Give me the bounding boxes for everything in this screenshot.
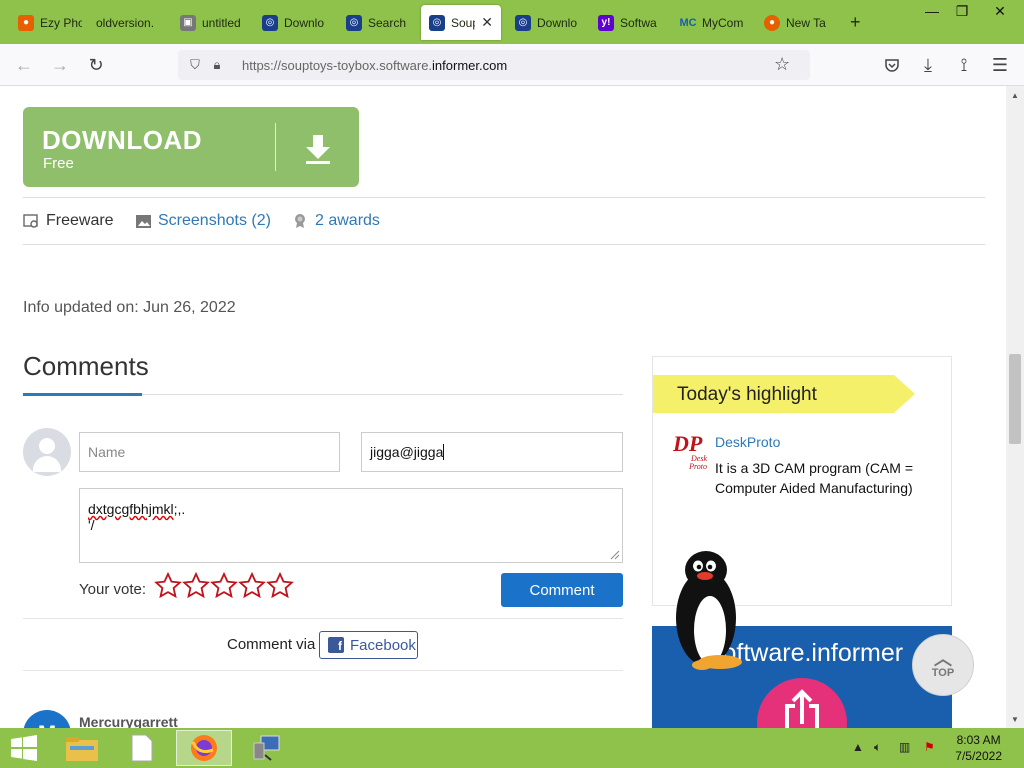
menu-icon[interactable]: ☰: [986, 52, 1014, 78]
highlight-title: Today's highlight: [677, 384, 817, 405]
ad-logo: [757, 678, 847, 728]
forward-arrow-icon[interactable]: →: [46, 52, 74, 78]
tab-souptoys[interactable]: ◎ Soup ✕: [421, 5, 501, 40]
certificate-icon: [23, 213, 39, 229]
mc-icon: MC: [679, 16, 697, 29]
blank-document-icon[interactable]: [114, 730, 170, 766]
tab-oldversion[interactable]: oldversion.: [88, 5, 168, 40]
star-rating[interactable]: [154, 572, 294, 600]
image-icon: ▣: [180, 14, 196, 31]
resize-grip-icon[interactable]: [608, 548, 620, 560]
license-info: Freeware: [23, 212, 114, 230]
vote-label: Your vote:: [79, 581, 146, 598]
informer-icon: ◎: [262, 14, 278, 31]
downloads-icon[interactable]: ⤓: [914, 52, 942, 78]
close-window-icon[interactable]: ✕: [985, 0, 1015, 22]
browser-tab-bar: ● Ezy Pho oldversion. ▣ untitled ◎ Downl…: [0, 0, 1024, 44]
informer-icon: ◎: [515, 14, 531, 31]
reload-icon[interactable]: ↻: [82, 52, 110, 78]
divider: [23, 670, 623, 671]
star-3-icon[interactable]: [210, 572, 238, 600]
avatar: M: [23, 710, 71, 728]
divider: [23, 244, 985, 245]
shield-icon[interactable]: ⛉: [184, 57, 206, 73]
new-tab-plus-icon[interactable]: +: [842, 5, 872, 40]
comment-author[interactable]: Mercurygarrett: [79, 714, 178, 728]
volume-icon[interactable]: 🔈︎: [874, 740, 881, 755]
extension-icon[interactable]: ⟟: [950, 52, 978, 78]
divider: [23, 618, 623, 619]
awards-link[interactable]: 2 awards: [292, 212, 380, 230]
download-arrow-icon: [306, 135, 330, 164]
file-explorer-icon[interactable]: [54, 730, 110, 766]
avatar: [23, 428, 71, 476]
download-separator: [275, 123, 276, 171]
scroll-down-icon[interactable]: ▼: [1006, 712, 1024, 726]
network-computer-icon[interactable]: [238, 730, 294, 766]
highlight-description: It is a 3D CAM program (CAM = Computer A…: [715, 460, 913, 496]
minimize-icon[interactable]: —: [917, 0, 947, 22]
star-2-icon[interactable]: [182, 572, 210, 600]
share-icon: [785, 689, 819, 728]
bookmark-star-icon[interactable]: ☆: [774, 54, 802, 82]
url-text[interactable]: https://souptoys-toybox.software.informe…: [242, 58, 507, 73]
email-input[interactable]: jigga@jigga: [361, 432, 623, 472]
windows-start-icon[interactable]: [0, 730, 48, 766]
restore-icon[interactable]: ❐: [947, 0, 977, 22]
deskproto-logo[interactable]: DP Desk Proto: [673, 433, 707, 471]
comments-heading: Comments: [23, 351, 149, 381]
firefox-taskbar-icon[interactable]: [176, 730, 232, 766]
firefox-icon: ●: [18, 14, 34, 31]
comment-via-label: Comment via: [227, 636, 316, 653]
informer-icon: ◎: [346, 14, 362, 31]
comment-submit-button[interactable]: Comment: [501, 573, 623, 607]
tab-search[interactable]: ◎ Search: [338, 5, 418, 40]
informer-icon: ◎: [429, 14, 445, 31]
download-label: DOWNLOAD: [42, 125, 202, 155]
tab-download-2[interactable]: ◎ Downlo: [507, 5, 587, 40]
tray-expand-icon[interactable]: ▲: [852, 740, 864, 754]
tab-download-1[interactable]: ◎ Downlo: [254, 5, 334, 40]
download-subtitle: Free: [43, 155, 74, 172]
divider: [23, 197, 985, 198]
scroll-to-top-button[interactable]: ︿ TOP: [912, 634, 974, 696]
windows-taskbar: ▲ 🔈︎ ▥ ⚑ 8:03 AM 7/5/2022: [0, 728, 1024, 768]
address-bar[interactable]: ⛉ 🔒︎ https://souptoys-toybox.software.in…: [178, 50, 810, 80]
system-clock[interactable]: 8:03 AM 7/5/2022: [955, 732, 1002, 764]
award-icon: [292, 213, 308, 229]
back-arrow-icon[interactable]: ←: [10, 52, 38, 78]
info-updated: Info updated on: Jun 26, 2022: [23, 299, 236, 316]
star-1-icon[interactable]: [154, 572, 182, 600]
download-button[interactable]: DOWNLOAD Free: [23, 107, 359, 187]
star-4-icon[interactable]: [238, 572, 266, 600]
chevron-up-icon: ︿: [934, 649, 952, 669]
flag-alert-icon[interactable]: ⚑: [924, 740, 935, 754]
tab-untitled[interactable]: ▣ untitled: [172, 5, 250, 40]
name-input[interactable]: Name: [79, 432, 340, 472]
heading-underline: [23, 393, 142, 396]
facebook-button[interactable]: f Facebook: [319, 631, 418, 659]
page-content: DOWNLOAD Free Freeware Screenshots (2) 2…: [0, 86, 1006, 728]
tab-mycom[interactable]: MC MyCom: [672, 5, 752, 40]
firefox-icon: ●: [764, 14, 780, 31]
screenshots-link[interactable]: Screenshots (2): [135, 212, 271, 230]
network-status-icon[interactable]: ▥: [899, 740, 910, 754]
close-tab-icon[interactable]: ✕: [481, 14, 493, 31]
pocket-icon[interactable]: [878, 52, 906, 78]
penguin-mascot-image: [676, 551, 742, 670]
comment-textarea[interactable]: dxtgcgfbhjmkl;,. '/: [79, 488, 623, 563]
facebook-icon: f: [328, 637, 344, 653]
star-5-icon[interactable]: [266, 572, 294, 600]
tab-new-tab[interactable]: ● New Ta: [756, 5, 836, 40]
scroll-up-icon[interactable]: ▲: [1006, 88, 1024, 102]
scrollbar-thumb[interactable]: [1009, 354, 1021, 444]
highlight-app-link[interactable]: DeskProto: [715, 434, 780, 450]
navigation-toolbar: ← → ↻ ⛉ 🔒︎ https://souptoys-toybox.softw…: [0, 44, 1024, 86]
vertical-scrollbar[interactable]: ▲ ▼: [1006, 86, 1024, 728]
image-icon: [135, 213, 151, 229]
lock-icon[interactable]: 🔒︎: [206, 57, 228, 73]
tab-ezy-photo[interactable]: ● Ezy Pho: [10, 5, 90, 40]
yahoo-icon: y!: [598, 14, 614, 31]
tab-software[interactable]: y! Softwa: [590, 5, 670, 40]
